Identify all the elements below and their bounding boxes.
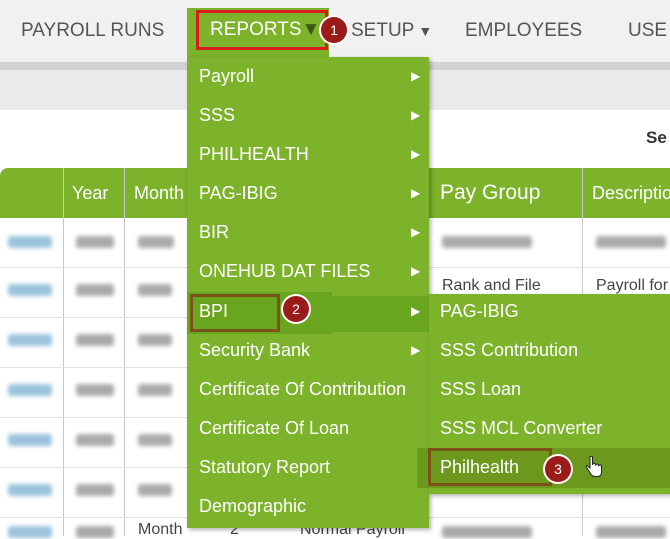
blurred-cell (138, 484, 172, 496)
submenu-item-sss-loan[interactable]: SSS Loan (429, 370, 670, 409)
submenu-item-label: SSS Loan (440, 379, 522, 399)
menu-item-onehub-dat-files[interactable]: ONEHUB DAT FILES ▶ (187, 252, 429, 291)
menu-item-label: BIR (199, 222, 230, 242)
nav-setup-label: SETUP (351, 20, 415, 41)
blurred-cell (8, 284, 52, 296)
menu-item-payroll[interactable]: Payroll ▶ (187, 57, 429, 96)
chevron-right-icon: ▶ (411, 147, 421, 161)
nav-payroll-runs[interactable]: PAYROLL RUNS (21, 0, 164, 62)
col-header-month[interactable]: Month (134, 168, 184, 218)
menu-item-label: Certificate Of Contribution (199, 379, 407, 399)
nav-payroll-runs-label: PAYROLL RUNS (21, 20, 165, 41)
menu-item-pag-ibig[interactable]: PAG-IBIG ▶ (187, 174, 429, 213)
submenu-item-label: SSS MCL Converter (440, 418, 603, 438)
menu-item-security-bank[interactable]: Security Bank ▶ (187, 331, 429, 370)
menu-item-label: Payroll (199, 66, 255, 86)
submenu-item-label: SSS Contribution (440, 340, 579, 360)
col-header-year[interactable]: Year (72, 168, 108, 218)
blurred-cell (596, 526, 666, 538)
philhealth-highlight-box (428, 448, 552, 486)
blurred-cell (138, 434, 172, 446)
blurred-cell (442, 236, 532, 248)
blurred-cell (138, 334, 172, 346)
blurred-cell (8, 334, 52, 346)
chevron-right-icon: ▶ (411, 304, 421, 318)
chevron-right-icon: ▶ (411, 108, 421, 122)
chevron-right-icon: ▶ (411, 69, 421, 83)
step-badge-1: 1 (321, 17, 347, 43)
menu-item-bir[interactable]: BIR ▶ (187, 213, 429, 252)
blurred-cell (76, 384, 114, 396)
menu-item-label: SSS (199, 105, 236, 125)
menu-item-label: PHILHEALTH (199, 144, 309, 164)
blurred-cell (8, 434, 52, 446)
menu-item-label: Security Bank (199, 340, 311, 360)
blurred-cell (8, 484, 52, 496)
menu-item-sss[interactable]: SSS ▶ (187, 96, 429, 135)
col-header-pay-group[interactable]: Pay Group (440, 168, 540, 218)
chevron-down-icon: ▼ (418, 23, 433, 39)
nav-setup[interactable]: SETUP ▼ (351, 0, 432, 62)
step-badge-3: 3 (545, 456, 571, 482)
blurred-cell (8, 236, 52, 248)
blurred-cell (76, 434, 114, 446)
nav-users[interactable]: USE (628, 0, 667, 62)
menu-item-label: PAG-IBIG (199, 183, 278, 203)
blurred-cell (76, 284, 114, 296)
submenu-item-label: PAG-IBIG (440, 301, 519, 321)
nav-employees-label: EMPLOYEES (465, 20, 583, 41)
blurred-cell (8, 384, 52, 396)
menu-item-philhealth[interactable]: PHILHEALTH ▶ (187, 135, 429, 174)
menu-item-certificate-of-loan[interactable]: Certificate Of Loan (187, 409, 429, 448)
col-header-description[interactable]: Descriptio (592, 168, 670, 218)
menu-item-statutory-report[interactable]: Statutory Report (187, 448, 429, 487)
blurred-cell (596, 236, 666, 248)
blurred-cell (76, 526, 114, 538)
blurred-cell (76, 334, 114, 346)
step-badge-2: 2 (283, 296, 309, 322)
blurred-cell (138, 384, 172, 396)
blurred-cell (76, 484, 114, 496)
submenu-item-pag-ibig[interactable]: PAG-IBIG (429, 292, 670, 331)
nav-users-label: USE (628, 20, 668, 41)
bpi-highlight-box (190, 294, 280, 332)
menu-item-label: Demographic (199, 496, 307, 516)
menu-item-label: Certificate Of Loan (199, 418, 350, 438)
reports-highlight-box (196, 10, 328, 50)
blurred-cell (138, 236, 174, 248)
menu-item-demographic[interactable]: Demographic (187, 487, 429, 526)
menu-item-label: ONEHUB DAT FILES (199, 261, 371, 281)
blurred-cell (442, 526, 532, 538)
submenu-item-sss-contribution[interactable]: SSS Contribution (429, 331, 670, 370)
month-cell: Month (138, 521, 183, 538)
search-label: Se (646, 128, 667, 147)
submenu-item-sss-mcl-converter[interactable]: SSS MCL Converter (429, 409, 670, 448)
menu-item-label: Statutory Report (199, 457, 331, 477)
blurred-cell (76, 236, 114, 248)
hand-cursor-icon (585, 455, 603, 484)
blurred-cell (138, 284, 172, 296)
chevron-right-icon: ▶ (411, 225, 421, 239)
menu-item-certificate-of-contribution[interactable]: Certificate Of Contribution (187, 370, 429, 409)
chevron-right-icon: ▶ (411, 186, 421, 200)
chevron-right-icon: ▶ (411, 343, 421, 357)
chevron-right-icon: ▶ (411, 264, 421, 278)
blurred-cell (8, 526, 52, 538)
nav-employees[interactable]: EMPLOYEES (465, 0, 582, 62)
